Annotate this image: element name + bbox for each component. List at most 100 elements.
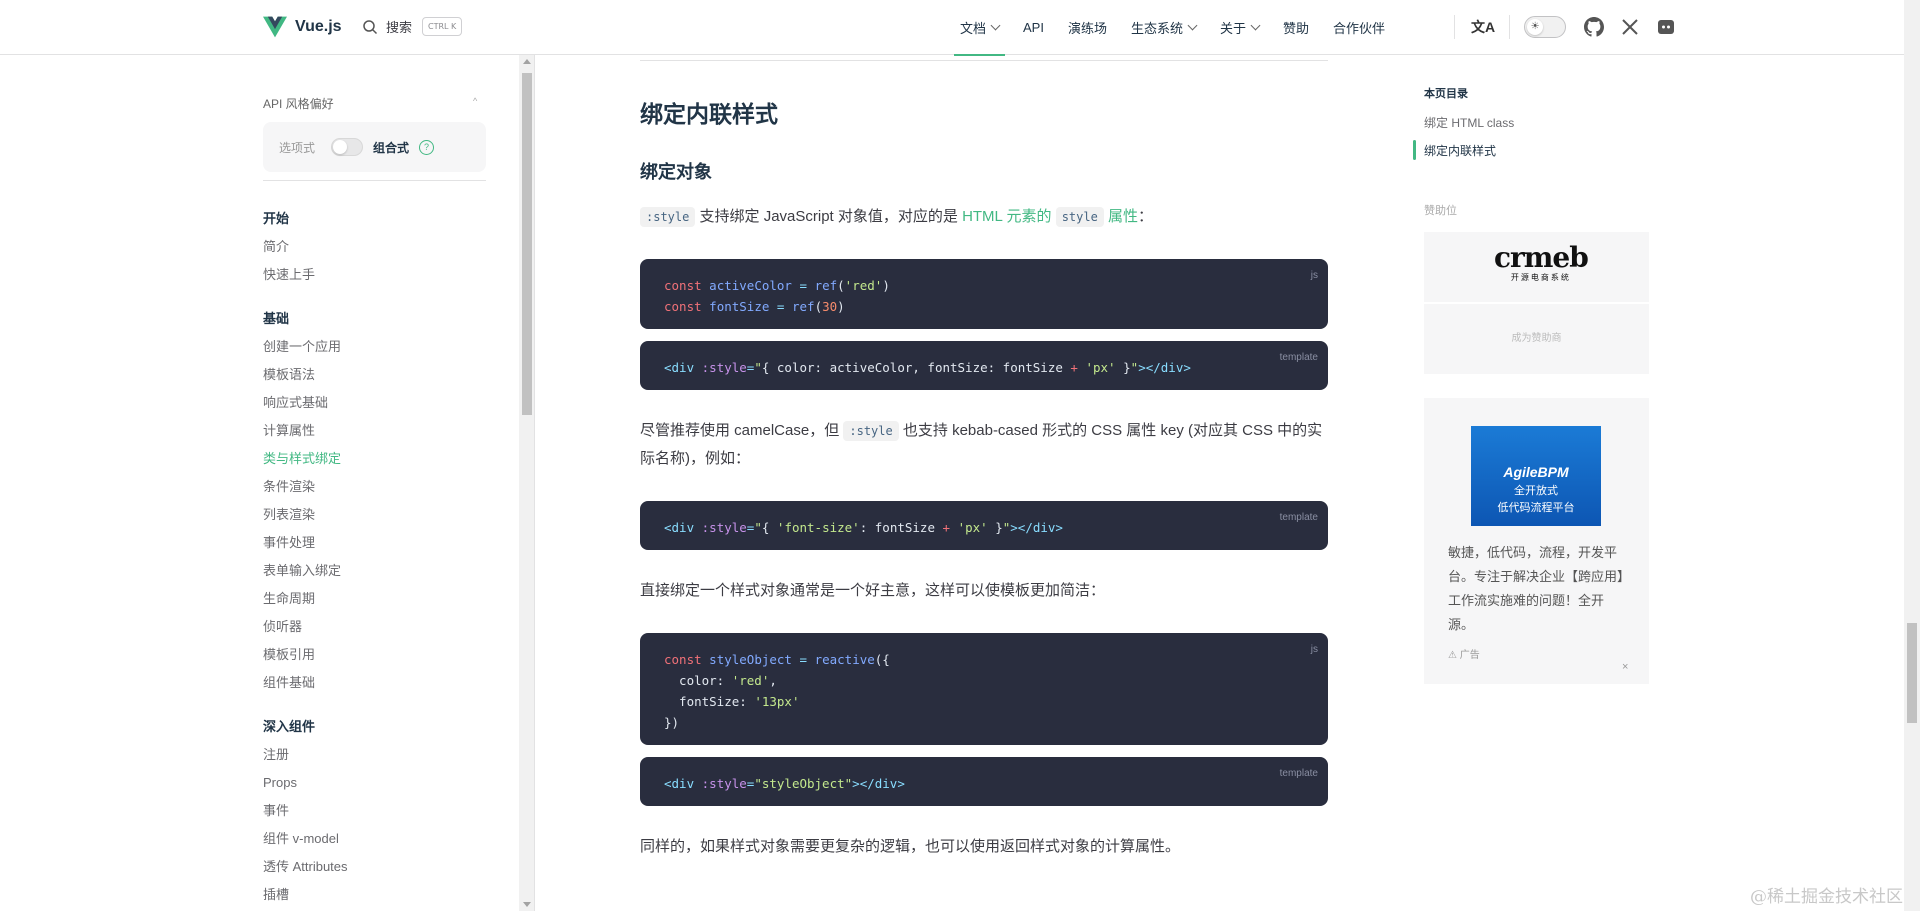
logo-link[interactable]: Vue.js <box>263 16 342 38</box>
code-line: <div :style="{ 'font-size': fontSize + '… <box>664 520 1063 535</box>
code-block-template: template <div :style="styleObject"></div… <box>640 757 1328 806</box>
sidebar-item[interactable]: 组件 v-model <box>263 825 348 853</box>
toc-item-active[interactable]: 绑定内联样式 <box>1424 142 1496 159</box>
sidebar-item[interactable]: 条件渲染 <box>263 473 348 501</box>
sidebar-item[interactable]: 列表渲染 <box>263 501 348 529</box>
nav-docs-label: 文档 <box>960 21 987 36</box>
nav-ecosystem[interactable]: 生态系统 <box>1131 0 1198 55</box>
github-icon[interactable] <box>1584 17 1605 37</box>
sidebar-item[interactable]: 计算属性 <box>263 417 348 445</box>
main-nav: 文档 API 演练场 生态系统 关于 赞助 合作伙伴 <box>953 0 1409 56</box>
sidebar-item[interactable]: 模板语法 <box>263 361 348 389</box>
ad-brand: AgileBPM <box>1503 464 1569 480</box>
sponsor-slot[interactable]: crmeb 开源电商系统 <box>1424 232 1649 302</box>
code-lang-label: js <box>1310 270 1318 281</box>
become-sponsor-link[interactable]: 成为赞助商 <box>1424 304 1649 374</box>
collapse-caret-icon[interactable]: ^ <box>473 96 477 106</box>
nav-playground[interactable]: 演练场 <box>1068 0 1107 55</box>
scroll-down-arrow-icon[interactable] <box>523 902 531 907</box>
sun-icon: ☀ <box>1527 19 1544 35</box>
api-preference-switch: 选项式 组合式 ? <box>263 122 486 172</box>
nav-sponsor[interactable]: 赞助 <box>1283 0 1309 55</box>
ad-description[interactable]: 敏捷，低代码，流程，开发平台。专注于解决企业【跨应用】工作流实施难的问题！全开源… <box>1448 541 1628 637</box>
paragraph-2: 尽管推荐使用 camelCase，但 :style 也支持 kebab-case… <box>640 417 1328 472</box>
sidebar-item[interactable]: 透传 Attributes <box>263 853 348 881</box>
logo-text: Vue.js <box>295 18 342 35</box>
sponsor-label: 赞助位 <box>1424 205 1457 217</box>
paragraph-3: 直接绑定一个样式对象通常是一个好主意，这样可以使模板更加简洁： <box>640 582 1106 599</box>
chevron-down-icon <box>1250 20 1261 31</box>
code-line: <div :style="{ color: activeColor, fontS… <box>664 360 1191 375</box>
vue-logo-icon <box>263 16 287 38</box>
chevron-down-icon <box>990 20 1001 31</box>
paragraph-1: :style 支持绑定 JavaScript 对象值，对应的是 HTML 元素的… <box>640 203 1328 231</box>
nav-about-label: 关于 <box>1220 21 1247 36</box>
sidebar-item[interactable]: 组件基础 <box>263 669 348 697</box>
nav-about[interactable]: 关于 <box>1220 0 1261 55</box>
translate-icon[interactable]: 文A <box>1471 17 1495 37</box>
pref-option-options-api[interactable]: 选项式 <box>279 139 315 156</box>
sidebar-item-active[interactable]: 类与样式绑定 <box>263 445 348 473</box>
api-style-toggle[interactable] <box>331 138 364 156</box>
search-button[interactable]: 搜索 CTRL K <box>362 17 463 36</box>
search-shortcut: CTRL K <box>422 17 463 36</box>
section-divider <box>640 60 1328 61</box>
x-twitter-icon[interactable] <box>1620 17 1640 37</box>
page-scrollbar[interactable] <box>1904 0 1920 911</box>
sidebar-item[interactable]: 插槽 <box>263 881 348 909</box>
sidebar-item[interactable]: Props <box>263 769 348 797</box>
sidebar-item[interactable]: 生命周期 <box>263 585 348 613</box>
help-icon[interactable]: ? <box>419 139 435 155</box>
sidebar-item[interactable]: 注册 <box>263 741 348 769</box>
code-line: const fontSize = ref(30) <box>664 299 845 314</box>
code-lang-label: js <box>1310 644 1318 655</box>
paragraph-text: 支持绑定 JavaScript 对象值，对应的是 <box>695 208 963 225</box>
code-block-js: js const activeColor = ref('red') const … <box>640 259 1328 329</box>
sidebar-scroll-thumb[interactable] <box>522 73 532 415</box>
nav-partners[interactable]: 合作伙伴 <box>1333 0 1385 55</box>
inline-code: :style <box>843 421 899 441</box>
inline-code: style <box>1055 207 1104 227</box>
sidebar-item[interactable]: 模板引用 <box>263 641 348 669</box>
scroll-up-arrow-icon[interactable] <box>523 59 531 64</box>
ad-line: 低代码流程平台 <box>1497 502 1575 514</box>
sidebar-item[interactable]: 事件处理 <box>263 529 348 557</box>
nav-api-label: API <box>1023 20 1044 35</box>
nav-ecosystem-label: 生态系统 <box>1131 21 1184 36</box>
page-scroll-thumb[interactable] <box>1907 623 1917 723</box>
sidebar-item[interactable]: 创建一个应用 <box>263 333 348 361</box>
nav-sponsor-label: 赞助 <box>1283 21 1310 36</box>
nav-api[interactable]: API <box>1023 0 1044 55</box>
link-text: 属性 <box>1103 208 1138 225</box>
toc-item[interactable]: 绑定 HTML class <box>1424 114 1514 131</box>
section-heading: 绑定内联样式 <box>640 101 778 127</box>
discord-icon[interactable] <box>1656 17 1676 37</box>
sidebar-item[interactable]: 响应式基础 <box>263 389 348 417</box>
ad-image[interactable]: AgileBPM 全开放式 低代码流程平台 <box>1471 426 1601 526</box>
sidebar-item[interactable]: 表单输入绑定 <box>263 557 348 585</box>
pref-option-composition-api[interactable]: 组合式 <box>373 139 409 156</box>
code-block-template: template <div :style="{ color: activeCol… <box>640 341 1328 390</box>
sidebar-scrollbar[interactable] <box>519 55 534 911</box>
code-lang-label: template <box>1279 352 1318 363</box>
code-line: }) <box>664 715 680 730</box>
nav-docs[interactable]: 文档 <box>953 0 1006 56</box>
theme-toggle[interactable]: ☀ <box>1524 16 1567 38</box>
code-line: const styleObject = reactive({ <box>664 652 890 667</box>
code-line: fontSize: '13px' <box>664 694 800 709</box>
search-label: 搜索 <box>386 20 413 35</box>
ad-label: ⚠ 广告 <box>1448 650 1480 661</box>
nav-divider <box>1454 15 1455 39</box>
html-element-link[interactable]: HTML 元素的 style 属性 <box>962 207 1138 227</box>
crmeb-logo-text: crmeb <box>1494 241 1589 274</box>
close-icon[interactable]: × <box>1622 661 1628 673</box>
ad-label-text: 广告 <box>1459 650 1480 661</box>
nav-playground-label: 演练场 <box>1067 21 1107 36</box>
sidebar-item[interactable]: 简介 <box>263 233 348 261</box>
sidebar-divider <box>263 180 486 181</box>
nav-divider <box>1509 15 1511 39</box>
sidebar-item[interactable]: 事件 <box>263 797 348 825</box>
sidebar-item[interactable]: 快速上手 <box>263 261 348 289</box>
sidebar-item[interactable]: 侦听器 <box>263 613 348 641</box>
sidebar-section-title: 深入组件 <box>263 719 316 734</box>
